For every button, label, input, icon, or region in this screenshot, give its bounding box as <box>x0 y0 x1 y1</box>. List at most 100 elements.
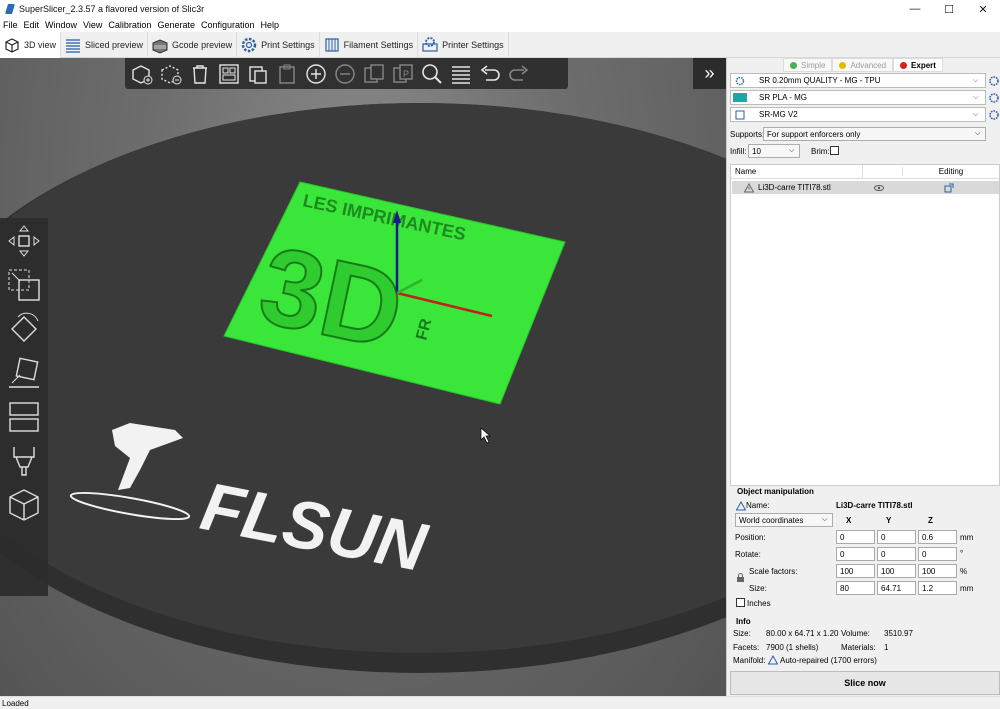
info-materials-label: Materials: <box>841 643 876 652</box>
position-y-input[interactable]: 0 <box>877 530 916 544</box>
menu-view[interactable]: View <box>80 20 105 30</box>
scale-unit: % <box>960 567 968 576</box>
rotate-y-input[interactable]: 0 <box>877 547 916 561</box>
inches-checkbox[interactable] <box>736 598 745 607</box>
mode-advanced-button[interactable]: Advanced <box>832 58 894 72</box>
mode-switcher: Simple Advanced Expert <box>783 58 943 72</box>
layers-icon <box>64 36 82 54</box>
edit-settings-icon[interactable] <box>944 183 954 193</box>
cut-tool-button[interactable] <box>5 398 43 436</box>
slice-now-button[interactable]: Slice now <box>730 671 1000 695</box>
collapse-sidebar-button[interactable]: » <box>693 58 726 89</box>
menu-bar: File Edit Window View Calibration Genera… <box>0 18 1000 32</box>
redo-button[interactable] <box>506 61 532 87</box>
infill-select[interactable]: 10 ⌵ <box>748 144 800 158</box>
object-name: Li3D-carre TITI78.stl <box>758 183 831 192</box>
object-list: Name Editing Li3D-carre TITI78.stl <box>730 164 1000 486</box>
split-objects-button[interactable] <box>361 61 387 87</box>
position-z-input[interactable]: 0.6 <box>918 530 957 544</box>
brim-label: Brim: <box>811 147 830 156</box>
x-header: X <box>846 516 852 525</box>
arrange-icon <box>219 63 239 84</box>
search-button[interactable] <box>419 61 445 87</box>
print-preset-value: SR 0.20mm QUALITY - MG - TPU <box>759 76 881 85</box>
edit-filament-preset-icon[interactable] <box>988 92 1000 104</box>
hollow-tool-button[interactable] <box>5 486 43 524</box>
rotate-tool-button[interactable] <box>5 310 43 348</box>
filament-preset-select[interactable]: SR PLA - MG ⌵ <box>730 90 986 105</box>
undo-button[interactable] <box>477 61 503 87</box>
eye-icon[interactable] <box>874 184 884 192</box>
list-item[interactable]: Li3D-carre TITI78.stl <box>732 181 999 194</box>
edit-print-preset-icon[interactable] <box>988 75 1000 87</box>
supports-select[interactable]: For support enforcers only ⌵ <box>763 127 986 141</box>
split-parts-button[interactable]: P <box>390 61 416 87</box>
move-icon <box>8 225 40 257</box>
filament-preset-value: SR PLA - MG <box>759 93 808 102</box>
scale-x-input[interactable]: 100 <box>836 564 875 578</box>
lock-icon[interactable] <box>736 573 745 583</box>
tab-filament-settings[interactable]: Filament Settings <box>320 32 419 58</box>
chevron-down-icon: ⌵ <box>975 130 981 137</box>
mode-expert-button[interactable]: Expert <box>893 58 943 72</box>
minimize-button[interactable]: — <box>898 0 932 18</box>
coordinate-system-select[interactable]: World coordinates ⌵ <box>735 513 833 527</box>
remove-instance-button[interactable] <box>332 61 358 87</box>
add-object-button[interactable] <box>129 61 155 87</box>
size-z-input[interactable]: 1.2 <box>918 581 957 595</box>
brim-checkbox[interactable] <box>830 146 839 155</box>
tab-print-settings[interactable]: Print Settings <box>237 32 320 58</box>
add-instance-button[interactable] <box>303 61 329 87</box>
menu-help[interactable]: Help <box>258 20 283 30</box>
size-label: Size: <box>749 584 767 593</box>
scale-y-input[interactable]: 100 <box>877 564 916 578</box>
edit-printer-preset-icon[interactable] <box>988 109 1000 121</box>
menu-edit[interactable]: Edit <box>21 20 43 30</box>
tab-gcode-preview[interactable]: Gcode preview <box>148 32 238 58</box>
paint-supports-button[interactable] <box>5 442 43 480</box>
move-tool-button[interactable] <box>5 222 43 260</box>
supports-value: For support enforcers only <box>767 129 861 139</box>
scale-icon <box>8 269 40 301</box>
chevron-down-icon: ⌵ <box>973 110 979 118</box>
mode-label: Expert <box>911 60 936 70</box>
layers-editing-button[interactable] <box>448 61 474 87</box>
menu-file[interactable]: File <box>0 20 21 30</box>
tab-3d-view[interactable]: 3D view <box>0 32 62 58</box>
3d-viewport[interactable]: LES IMPRIMANTES 3D FR FLSUN P » <box>0 58 726 696</box>
menu-generate[interactable]: Generate <box>154 20 198 30</box>
printer-preset-select[interactable]: SR-MG V2 ⌵ <box>730 107 986 122</box>
info-manifold-label: Manifold: <box>733 656 766 665</box>
mode-simple-button[interactable]: Simple <box>783 58 833 72</box>
rotate-z-input[interactable]: 0 <box>918 547 957 561</box>
cut-icon <box>9 402 39 432</box>
tab-printer-settings[interactable]: Printer Settings <box>418 32 509 58</box>
size-x-input[interactable]: 80 <box>836 581 875 595</box>
menu-window[interactable]: Window <box>42 20 80 30</box>
menu-calibration[interactable]: Calibration <box>105 20 154 30</box>
mode-label: Simple <box>801 60 826 70</box>
scale-tool-button[interactable] <box>5 266 43 304</box>
split-objects-icon <box>364 63 384 83</box>
tab-sliced-preview[interactable]: Sliced preview <box>61 32 149 58</box>
info-facets-value: 7900 (1 shells) <box>766 643 819 652</box>
scale-z-input[interactable]: 100 <box>918 564 957 578</box>
close-button[interactable]: ✕ <box>966 0 1000 18</box>
rotate-x-input[interactable]: 0 <box>836 547 875 561</box>
delete-all-button[interactable] <box>187 61 213 87</box>
tab-label: Gcode preview <box>172 40 233 50</box>
maximize-button[interactable]: ☐ <box>932 0 966 18</box>
printer-preset-value: SR-MG V2 <box>759 110 798 119</box>
arrange-button[interactable] <box>216 61 242 87</box>
size-y-input[interactable]: 64.71 <box>877 581 916 595</box>
print-preset-select[interactable]: SR 0.20mm QUALITY - MG - TPU ⌵ <box>730 73 986 88</box>
view-cube-icon <box>9 489 39 521</box>
copy-button[interactable] <box>245 61 271 87</box>
position-x-input[interactable]: 0 <box>836 530 875 544</box>
menu-configuration[interactable]: Configuration <box>198 20 258 30</box>
place-on-face-button[interactable] <box>5 354 43 392</box>
paste-button[interactable] <box>274 61 300 87</box>
infill-label: Infill: <box>730 147 747 156</box>
brush-icon <box>13 447 35 476</box>
delete-object-button[interactable] <box>158 61 184 87</box>
